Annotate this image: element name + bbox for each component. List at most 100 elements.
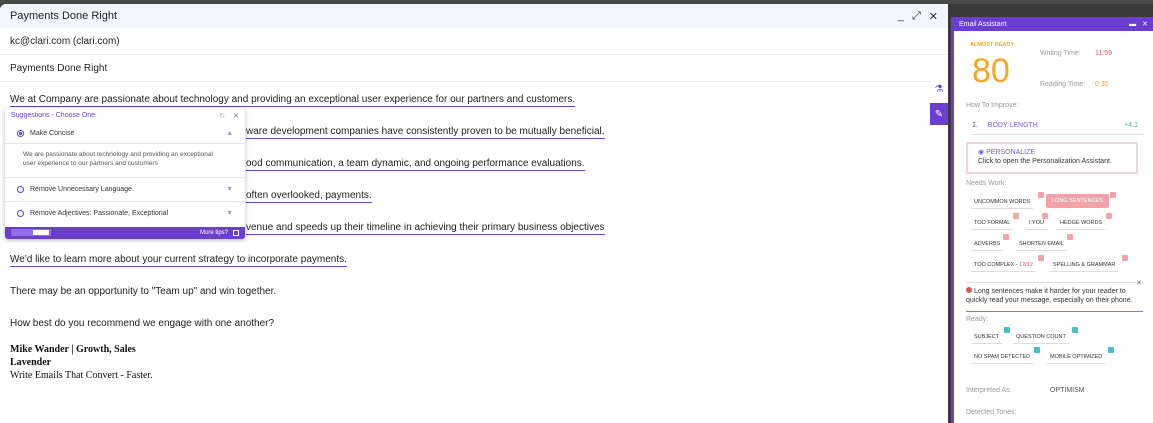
flask-icon[interactable]: ⚗ — [930, 78, 948, 100]
suggestion-example: We are passionate about technology and p… — [5, 143, 245, 177]
chip-too-complex[interactable]: TOO COMPLEX - 12/12 — [971, 259, 1036, 272]
minimize-icon[interactable]: ▬ — [1129, 21, 1136, 28]
signature: Mike Wander | Growth, Sales Lavender Wri… — [10, 343, 153, 382]
body-text: often overlooked, payments. — [246, 190, 372, 203]
body-paragraph[interactable]: We at Company are passionate about techn… — [10, 94, 576, 107]
chip-no-spam[interactable]: NO SPAM DETECTED — [971, 351, 1034, 364]
suggestion-label: Remove Adjectives: Passionate, Exception… — [30, 210, 169, 217]
radio-icon[interactable] — [17, 210, 24, 217]
minimize-icon[interactable]: _ — [898, 10, 904, 22]
panel-title: Email Assistant — [959, 20, 1007, 28]
to-field[interactable]: kc@clari.com (clari.com) — [0, 28, 948, 55]
writing-time-value: 11:59 — [1095, 50, 1112, 57]
suggestion-option[interactable]: Remove Unnecessary Language. ▼ — [5, 177, 245, 201]
reading-time-value: 0:35 — [1095, 81, 1109, 88]
chip-too-complex-label: TOO COMPLEX - — [974, 262, 1020, 268]
writing-time-label: Writing Time: — [1040, 50, 1081, 57]
body-paragraph[interactable]: How best do you recommend we engage with… — [10, 318, 274, 329]
lavender-logo-icon — [11, 228, 200, 238]
status-label: ALMOST READY — [970, 42, 1014, 48]
to-value: kc@clari.com (clari.com) — [10, 35, 120, 47]
chip-spelling-grammar[interactable]: SPELLING & GRAMMAR — [1050, 259, 1119, 272]
alert-badge-icon — [1003, 234, 1009, 240]
chip-uncommon-words[interactable]: UNCOMMON WORDS — [971, 196, 1034, 209]
improve-delta: +4.1 — [1124, 122, 1138, 129]
chip-adverbs[interactable]: ADVERBS — [971, 238, 1004, 251]
assistant-toggle-icon[interactable]: ✎ — [930, 103, 948, 125]
tip-box: Long sentences make it harder for your r… — [966, 282, 1143, 312]
suggestions-footer: More tips? — [5, 227, 245, 239]
refresh-icon[interactable]: ↻ — [219, 112, 225, 120]
body-text: We'd like to learn more about your curre… — [10, 254, 347, 267]
close-icon[interactable]: ✕ — [233, 112, 239, 120]
check-icon — [1004, 327, 1010, 333]
compose-title: Payments Done Right — [10, 10, 117, 22]
chip-subject[interactable]: SUBJECT — [971, 331, 1003, 344]
chevron-down-icon[interactable]: ▼ — [226, 210, 233, 217]
body-paragraph[interactable]: often overlooked, payments. — [246, 190, 372, 203]
chip-question-count[interactable]: QUESTION COUNT — [1013, 331, 1069, 344]
personalize-row: ◉ PERSONALIZE — [978, 148, 1126, 156]
signature-tagline: Write Emails That Convert - Faster. — [10, 370, 153, 381]
personalize-card[interactable]: ◉ PERSONALIZE Click to open the Personal… — [966, 142, 1138, 174]
stop-icon — [966, 287, 972, 293]
suggestions-popup: Suggestions - Choose One ↻ ✕ Make Concis… — [5, 108, 245, 239]
body-paragraph[interactable]: venue and speeds up their timeline in ac… — [246, 222, 605, 235]
suggestion-option[interactable]: Make Concise ▲ — [5, 123, 245, 143]
chip-hedge-words[interactable]: HEDGE WORDS — [1057, 217, 1106, 230]
chip-long-sentences[interactable]: LONG SENTENCES — [1046, 194, 1109, 208]
alert-badge-icon — [1013, 213, 1019, 219]
body-paragraph[interactable]: ood communication, a team dynamic, and o… — [246, 158, 585, 171]
ready-label: Ready: — [966, 316, 989, 323]
needs-work-label: Needs Work: — [966, 180, 1007, 187]
alert-badge-icon — [1122, 255, 1128, 261]
alert-badge-icon — [1042, 213, 1048, 219]
compose-header: Payments Done Right _ ⤢ ✕ — [0, 4, 948, 28]
suggestions-title: Suggestions - Choose One — [11, 112, 96, 119]
chip-mobile-optimized[interactable]: MOBILE OPTIMIZED — [1047, 351, 1106, 364]
check-icon — [1034, 347, 1040, 353]
subject-field[interactable]: Payments Done Right — [0, 55, 948, 82]
reading-time-label: Reading Time: — [1040, 81, 1086, 88]
close-tip-icon[interactable]: ✕ — [1136, 279, 1142, 287]
email-assistant-panel: Email Assistant ▬ ✕ ALMOST READY 80 Writ… — [951, 17, 1153, 423]
chevron-down-icon[interactable]: ▼ — [226, 186, 233, 193]
close-icon[interactable]: ✕ — [1142, 20, 1148, 28]
close-icon[interactable]: ✕ — [929, 10, 938, 23]
alert-badge-icon — [1067, 234, 1073, 240]
alert-badge-icon — [1038, 192, 1044, 198]
chip-too-complex-count: 12/12 — [1019, 262, 1033, 268]
body-text: How best do you recommend we engage with… — [10, 318, 275, 329]
body-paragraph[interactable]: There may be an opportunity to "Team up"… — [10, 286, 276, 297]
check-icon — [1072, 327, 1078, 333]
radio-selected-icon[interactable] — [17, 129, 24, 137]
personalize-title: PERSONALIZE — [986, 149, 1036, 156]
chevron-up-icon[interactable]: ▲ — [226, 130, 233, 137]
body-text: We at Company are passionate about techn… — [10, 94, 576, 107]
suggestion-label: Make Concise — [30, 129, 75, 137]
tones-label: Detected Tones: — [966, 409, 1017, 416]
chip-shorten-email[interactable]: SHORTEN EMAIL — [1016, 238, 1067, 251]
body-text: venue and speeds up their timeline in ac… — [246, 222, 605, 235]
suggestions-header: Suggestions - Choose One ↻ ✕ — [5, 108, 245, 123]
check-icon — [1108, 347, 1114, 353]
suggestion-option[interactable]: Remove Adjectives: Passionate, Exception… — [5, 201, 245, 225]
body-text: There may be an opportunity to "Team up"… — [10, 286, 277, 297]
chip-too-formal[interactable]: TOO FORMAL — [971, 217, 1014, 230]
body-paragraph[interactable]: ware development companies have consiste… — [246, 126, 605, 139]
improve-item[interactable]: 1. BODY LENGTH +4.1 — [972, 122, 1144, 135]
checkbox-icon[interactable] — [233, 230, 239, 236]
radio-icon[interactable] — [17, 186, 24, 193]
alert-badge-icon — [1110, 192, 1116, 198]
body-text: ood communication, a team dynamic, and o… — [246, 158, 585, 171]
improve-number: 1. — [972, 122, 978, 129]
body-paragraph[interactable]: We'd like to learn more about your curre… — [10, 254, 347, 267]
personalize-text: Click to open the Personalization Assist… — [978, 158, 1112, 165]
more-tips-link[interactable]: More tips? — [200, 230, 228, 236]
expand-icon[interactable]: ⤢ — [912, 10, 921, 23]
interpreted-value: OPTIMISM — [1050, 387, 1085, 394]
panel-header: Email Assistant ▬ ✕ — [954, 17, 1153, 31]
tip-text: Long sentences make it harder for your r… — [966, 288, 1133, 304]
alert-badge-icon — [1038, 255, 1044, 261]
alert-badge-icon — [1106, 213, 1112, 219]
